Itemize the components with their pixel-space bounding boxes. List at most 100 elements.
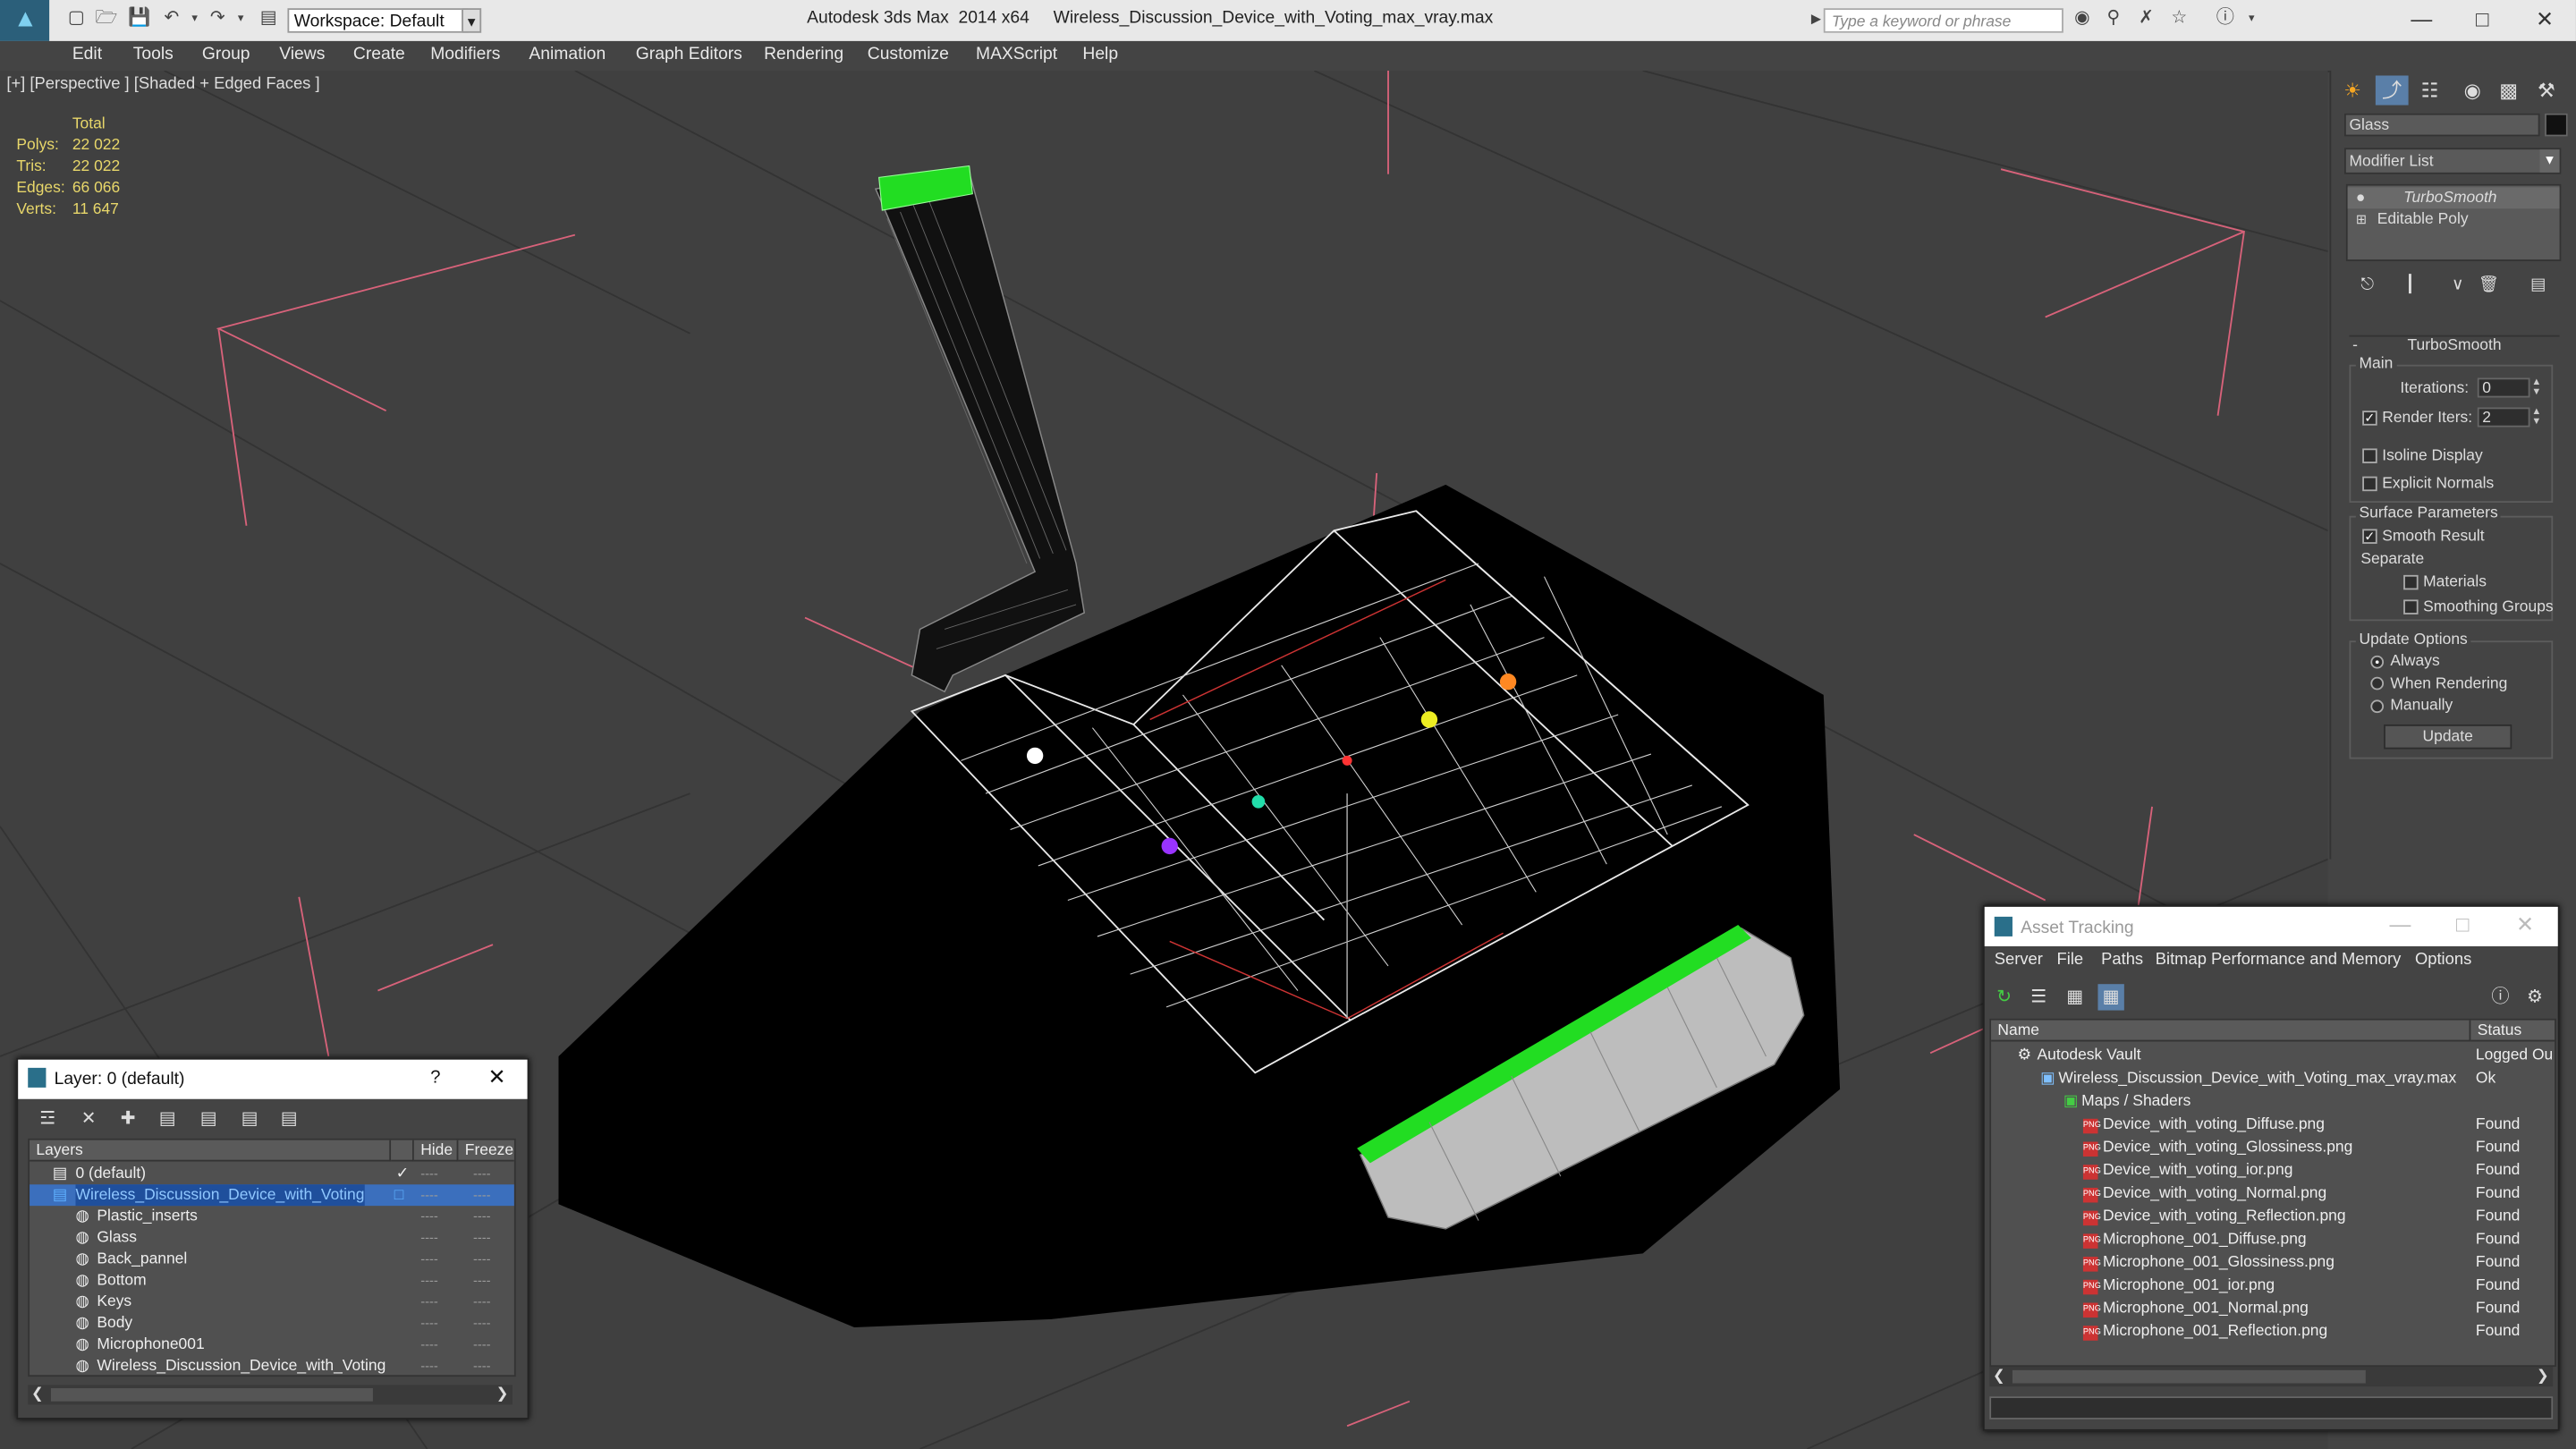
communication-icon[interactable]: ✗ [2136,8,2157,30]
minimize-icon[interactable]: — [2395,4,2448,37]
asset-menu-bitmap-performance[interactable]: Bitmap Performance and Memory [2156,951,2402,969]
asset-row[interactable]: PNG Microphone_001_Reflection.png Found [1991,1321,2555,1344]
save-file-icon[interactable]: 💾 [128,8,150,30]
favorites-star-icon[interactable]: ☆ [2168,8,2190,30]
viewport-label[interactable]: [+] [Perspective ] [Shaded + Edged Faces… [6,75,319,93]
status-column-header[interactable]: Status [2470,1020,2555,1042]
redo-dropdown-icon[interactable]: ▾ [230,8,251,30]
materials-checkbox[interactable] [2403,574,2419,590]
add-selection-icon[interactable]: ✚ [115,1106,141,1131]
asset-tracking-titlebar[interactable]: Asset Tracking — □ ✕ [1984,906,2558,946]
asset-row[interactable]: PNG Device_with_voting_Glossiness.png Foun… [1991,1137,2555,1160]
layer-row[interactable]: ◍ Wireless_Discussion_Device_with_Voting -… [30,1355,514,1375]
asset-row[interactable]: PNG Microphone_001_Normal.png Found [1991,1298,2555,1321]
active-box-icon[interactable]: □ [394,1184,404,1206]
hide-column-header[interactable]: Hide [413,1140,459,1162]
menu-help[interactable]: Help [1082,45,1118,64]
layer-row[interactable]: ▤ Wireless_Discussion_Device_with_Voting □… [30,1184,514,1207]
menu-group[interactable]: Group [202,45,250,64]
iterations-spinner[interactable]: 0 [2477,377,2530,398]
project-folder-icon[interactable]: ▤ [258,8,279,30]
maximize-icon[interactable]: □ [2456,4,2509,37]
open-file-icon[interactable]: 🗁 [96,8,118,30]
asset-row[interactable]: PNG Device_with_voting_Normal.png Found [1991,1182,2555,1206]
undo-icon[interactable]: ↶ [161,8,182,30]
utilities-tab-icon[interactable]: ⚒ [2530,75,2563,105]
always-radio[interactable] [2370,655,2385,669]
undo-dropdown-icon[interactable]: ▾ [184,8,206,30]
spinner-arrows-icon[interactable]: ▲ ▼ [2530,408,2544,428]
vault-settings-icon[interactable]: ⚙ [2521,984,2547,1010]
app-menu-button[interactable]: ▲ [0,0,50,41]
object-name-field[interactable]: Glass [2343,113,2540,137]
workspace-dropdown-arrow-icon[interactable]: ▼ [462,8,482,33]
spinner-arrows-icon[interactable]: ▲ ▼ [2530,377,2544,397]
menu-tools[interactable]: Tools [133,45,174,64]
layer-row[interactable]: ◍ Bottom ---- ---- [30,1270,514,1292]
asset-row[interactable]: PNG Device_with_voting_Diffuse.png Found [1991,1114,2555,1137]
menu-graph-editors[interactable]: Graph Editors [636,45,742,64]
binoculars-icon[interactable]: ◉ [2072,8,2093,30]
menu-edit[interactable]: Edit [72,45,102,64]
make-unique-icon[interactable]: ∨ [2441,271,2474,301]
minimize-icon[interactable]: — [2374,909,2427,942]
refresh-icon[interactable]: ↻ [1991,984,2017,1010]
hierarchy-tab-icon[interactable]: ☷ [2413,75,2446,105]
asset-row[interactable]: PNG Device_with_voting_ior.png Found [1991,1160,2555,1183]
asset-menu-file[interactable]: File [2057,951,2084,969]
vault-help-icon[interactable]: ⓘ [2487,984,2513,1010]
layer-horizontal-scrollbar[interactable]: ❮ ❯ [28,1385,513,1405]
hide-all-layers-icon[interactable]: ▤ [236,1106,262,1131]
help-dropdown-icon[interactable]: ▾ [2241,8,2262,30]
freeze-all-layers-icon[interactable]: ▤ [276,1106,302,1131]
object-color-swatch[interactable] [2545,113,2568,137]
scroll-left-icon[interactable]: ❮ [31,1385,44,1402]
highlight-layer-icon[interactable]: ▤ [196,1106,222,1131]
menu-animation[interactable]: Animation [529,45,606,64]
help-icon[interactable]: ⓘ [2215,8,2236,30]
asset-menu-paths[interactable]: Paths [2101,951,2143,969]
layer-help-icon[interactable]: ? [430,1068,440,1088]
scroll-left-icon[interactable]: ❮ [1993,1367,2005,1385]
asset-horizontal-scrollbar[interactable]: ❮ ❯ [1989,1367,2554,1387]
close-icon[interactable]: ✕ [2519,4,2572,37]
smoothing-groups-checkbox[interactable] [2403,599,2419,614]
active-checkmark-icon[interactable]: ✓ [396,1163,410,1184]
when-rendering-radio[interactable] [2370,676,2385,691]
isoline-display-checkbox[interactable] [2362,448,2377,463]
asset-row[interactable]: ▣ Maps / Shaders [1991,1091,2555,1114]
grid-view-icon[interactable]: ▦ [2097,984,2124,1011]
stack-item-turbosmooth[interactable]: ● TurboSmooth [2347,187,2560,209]
update-button[interactable]: Update [2384,724,2512,750]
asset-row[interactable]: PNG Microphone_001_ior.png Found [1991,1275,2555,1298]
search-input[interactable]: Type a keyword or phrase [1823,8,2063,33]
menu-views[interactable]: Views [279,45,325,64]
menu-modifiers[interactable]: Modifiers [430,45,500,64]
asset-row[interactable]: ⚙ Autodesk Vault Logged Ou [1991,1045,2555,1068]
scroll-right-icon[interactable]: ❯ [2537,1367,2549,1385]
motion-tab-icon[interactable]: ◉ [2456,75,2489,105]
asset-row[interactable]: PNG Device_with_voting_Reflection.png Foun… [1991,1206,2555,1229]
list-view-icon[interactable]: ☰ [2026,984,2052,1010]
manually-radio[interactable] [2370,699,2385,714]
layer-dialog-titlebar[interactable]: Layer: 0 (default) ? ✕ [18,1059,528,1099]
lightbulb-icon[interactable]: ● [2356,187,2366,208]
layer-row[interactable]: ◍ Body ---- ---- [30,1313,514,1335]
layer-close-icon[interactable]: ✕ [487,1064,505,1090]
expand-plus-icon[interactable]: ⊞ [2356,208,2367,230]
redo-icon[interactable]: ↷ [207,8,228,30]
asset-row[interactable]: PNG Microphone_001_Glossiness.png Found [1991,1252,2555,1275]
name-column-header[interactable]: Name [1991,1020,2471,1042]
turbosmooth-rollout-title[interactable]: - TurboSmooth [2349,335,2560,357]
layer-row[interactable]: ◍ Glass ---- ---- [30,1227,514,1249]
asset-row[interactable]: PNG Microphone_001_Diffuse.png Found [1991,1229,2555,1252]
close-icon[interactable]: ✕ [2499,909,2552,942]
layer-row[interactable]: ◍ Microphone001 ---- ---- [30,1334,514,1355]
menu-create[interactable]: Create [353,45,405,64]
menu-customize[interactable]: Customize [868,45,949,64]
create-tab-icon[interactable]: ☀ [2336,75,2369,105]
workspace-dropdown[interactable]: Workspace: Default [287,8,469,33]
menu-rendering[interactable]: Rendering [764,45,843,64]
show-end-result-icon[interactable]: ┃ [2394,271,2427,301]
asset-menu-server[interactable]: Server [1995,951,2043,969]
